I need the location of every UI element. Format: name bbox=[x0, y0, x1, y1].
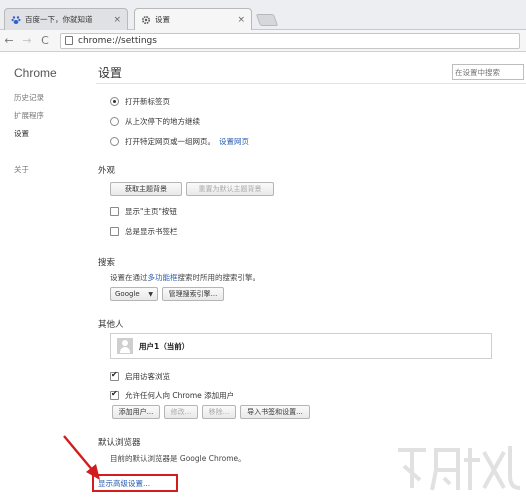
reset-theme-button[interactable]: 重置为默认主题背景 bbox=[186, 182, 274, 196]
startup-option-specific[interactable]: 打开特定网页或一组网页。 设置网页 bbox=[110, 136, 249, 147]
option-label: 打开特定网页或一组网页。 bbox=[125, 137, 215, 146]
tab-label: 设置 bbox=[155, 15, 170, 24]
checkbox[interactable] bbox=[110, 370, 119, 381]
brand-title: Chrome bbox=[14, 66, 57, 80]
people-heading: 其他人 bbox=[98, 320, 124, 330]
user-list[interactable]: 用户1（当前） bbox=[110, 333, 492, 359]
baidu-paw-icon bbox=[11, 15, 21, 25]
radio-button[interactable] bbox=[110, 137, 119, 146]
url-text: chrome://settings bbox=[78, 35, 157, 46]
user-name: 用户1（当前） bbox=[139, 341, 190, 351]
anyone-add-user-option[interactable]: 允许任何人向 Chrome 添加用户 bbox=[110, 389, 235, 401]
show-bookmarks-option[interactable]: 总是显示书签栏 bbox=[110, 226, 178, 237]
option-label: 显示"主页"按钮 bbox=[125, 207, 177, 216]
tab-label: 百度一下，你就知道 bbox=[25, 15, 93, 24]
radio-button[interactable] bbox=[110, 97, 119, 106]
option-label: 启用访客浏览 bbox=[125, 372, 170, 381]
startup-option-new-tab[interactable]: 打开新标签页 bbox=[110, 96, 170, 107]
checkbox[interactable] bbox=[110, 227, 119, 236]
close-tab-icon[interactable]: × bbox=[113, 15, 121, 25]
left-nav: Chrome 历史记录 扩展程序 设置 关于 bbox=[14, 66, 57, 174]
new-tab-button[interactable] bbox=[255, 14, 279, 26]
nav-history[interactable]: 历史记录 bbox=[14, 92, 44, 103]
show-home-option[interactable]: 显示"主页"按钮 bbox=[110, 206, 177, 217]
default-browser-description: 目前的默认浏览器是 Google Chrome。 bbox=[110, 454, 246, 463]
get-themes-button[interactable]: 获取主题背景 bbox=[110, 182, 182, 196]
reload-icon[interactable]: C bbox=[36, 34, 54, 47]
watermark-logo bbox=[398, 446, 521, 491]
tab-strip: 百度一下，你就知道 × 设置 × bbox=[0, 0, 526, 30]
browser-toolbar: ← → C chrome://settings bbox=[0, 30, 526, 52]
option-label: 允许任何人向 Chrome 添加用户 bbox=[125, 391, 235, 400]
selected-engine: Google bbox=[115, 290, 140, 298]
checkbox[interactable] bbox=[110, 389, 119, 400]
search-description: 设置在通过多功能框搜索时所用的搜索引擎。 bbox=[110, 272, 260, 283]
forward-icon[interactable]: → bbox=[18, 34, 36, 47]
radio-button[interactable] bbox=[110, 117, 119, 126]
guest-browsing-option[interactable]: 启用访客浏览 bbox=[110, 370, 170, 382]
search-heading: 搜索 bbox=[98, 258, 116, 268]
show-advanced-settings-link[interactable]: 显示高级设置... bbox=[92, 474, 178, 492]
option-label: 总是显示书签栏 bbox=[125, 227, 178, 236]
nav-about[interactable]: 关于 bbox=[14, 164, 29, 175]
nav-settings[interactable]: 设置 bbox=[14, 128, 29, 139]
dropdown-arrow-icon: ▼ bbox=[148, 290, 153, 298]
add-user-button[interactable]: 添加用户... bbox=[112, 405, 160, 419]
header-divider bbox=[96, 83, 526, 84]
option-label: 打开新标签页 bbox=[125, 97, 170, 106]
page-title: 设置 bbox=[98, 66, 123, 80]
appearance-heading: 外观 bbox=[98, 166, 116, 176]
import-bookmarks-button[interactable]: 导入书签和设置... bbox=[240, 405, 310, 419]
nav-extensions[interactable]: 扩展程序 bbox=[14, 110, 44, 121]
desc-text: 搜索时所用的搜索引擎。 bbox=[177, 273, 261, 282]
remove-user-button[interactable]: 移除... bbox=[202, 405, 236, 419]
omnibox-link[interactable]: 多功能框 bbox=[148, 273, 178, 282]
advanced-link-text: 显示高级设置... bbox=[98, 478, 151, 488]
edit-user-button[interactable]: 修改... bbox=[164, 405, 198, 419]
checkbox[interactable] bbox=[110, 207, 119, 216]
search-engine-select[interactable]: Google ▼ bbox=[110, 287, 158, 301]
close-tab-icon[interactable]: × bbox=[237, 15, 245, 25]
option-label: 从上次停下的地方继续 bbox=[125, 117, 200, 126]
address-bar[interactable]: chrome://settings bbox=[60, 32, 520, 49]
desc-text: 设置在通过 bbox=[110, 273, 148, 282]
page-icon bbox=[65, 36, 73, 45]
tab-settings[interactable]: 设置 × bbox=[134, 8, 252, 30]
back-icon[interactable]: ← bbox=[0, 34, 18, 47]
startup-option-continue[interactable]: 从上次停下的地方继续 bbox=[110, 116, 200, 127]
manage-search-engines-button[interactable]: 管理搜索引擎... bbox=[162, 287, 224, 301]
search-input[interactable] bbox=[452, 64, 524, 80]
gear-icon bbox=[141, 15, 151, 25]
set-pages-link[interactable]: 设置网页 bbox=[219, 136, 249, 147]
tab-baidu[interactable]: 百度一下，你就知道 × bbox=[4, 8, 128, 30]
avatar bbox=[117, 338, 133, 354]
